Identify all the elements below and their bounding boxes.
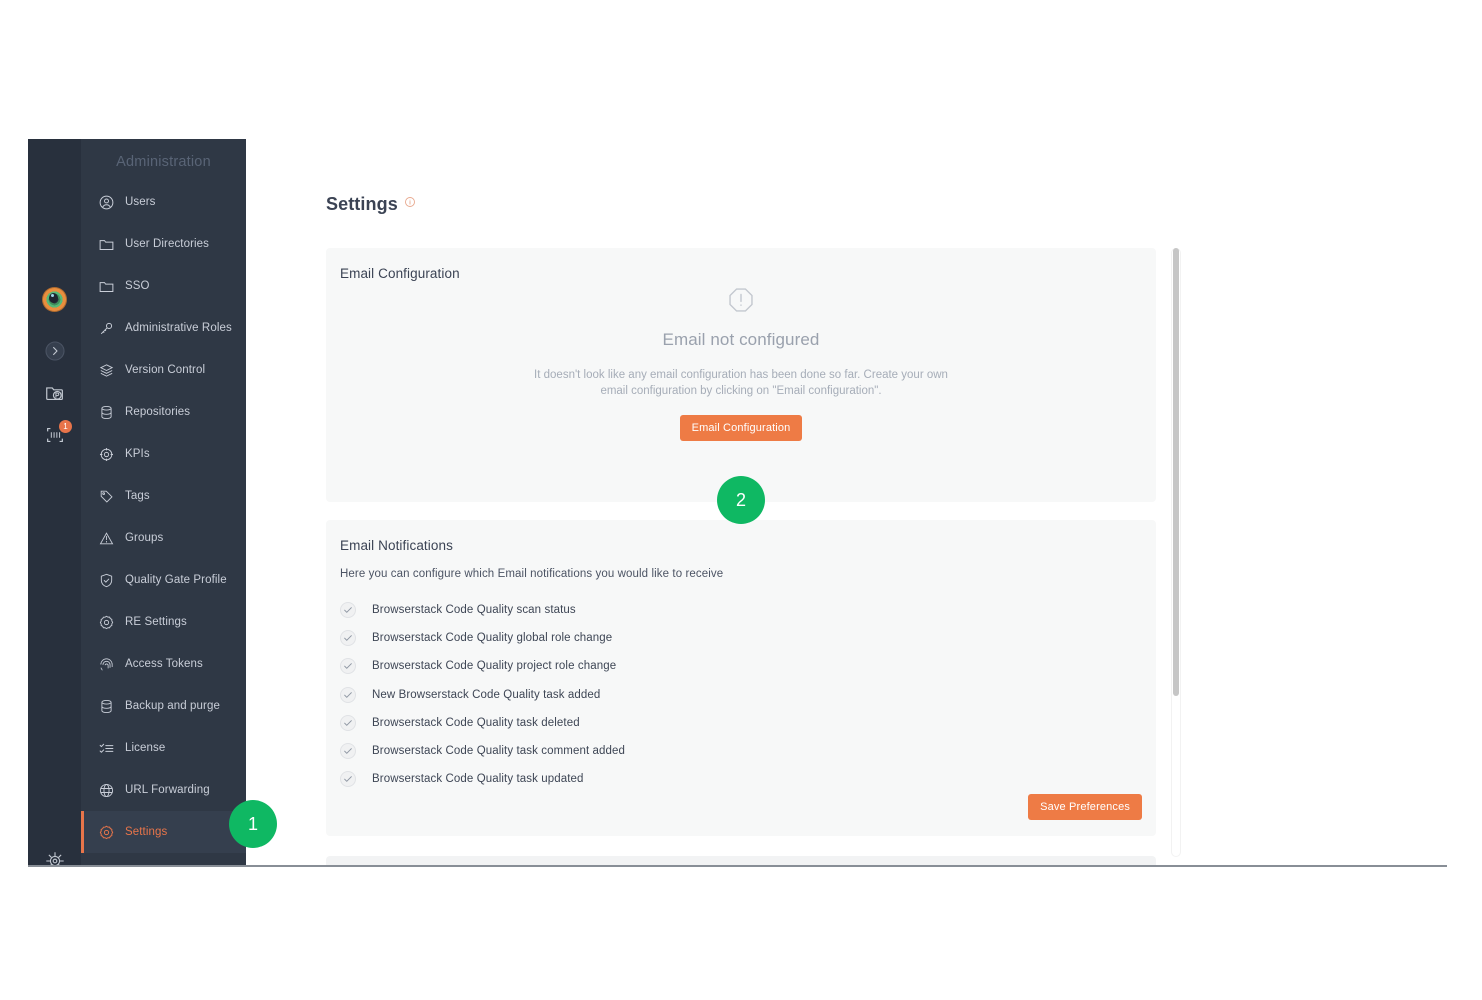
- email-configuration-card: Email Configuration Email not configured…: [326, 248, 1156, 502]
- sidebar-item-label: URL Forwarding: [125, 784, 210, 796]
- checkbox-checked-icon[interactable]: [340, 714, 356, 731]
- sidebar-item-label: Repositories: [125, 406, 191, 418]
- save-preferences-button[interactable]: Save Preferences: [1028, 794, 1142, 820]
- scrollbar-thumb[interactable]: [1173, 248, 1179, 696]
- sidebar-item-label: Administrative Roles: [125, 322, 232, 334]
- list-item-label: New Browserstack Code Quality task added: [372, 688, 601, 701]
- checkbox-checked-icon[interactable]: [340, 630, 356, 647]
- sidebar-item-kpis[interactable]: KPIs: [81, 433, 246, 475]
- checkbox-checked-icon[interactable]: [340, 743, 356, 760]
- icon-rail: 1: [28, 139, 81, 865]
- sidebar-item-backup-and-purge[interactable]: Backup and purge: [81, 685, 246, 727]
- sidebar-item-url-forwarding[interactable]: URL Forwarding: [81, 769, 246, 811]
- list-item[interactable]: New Browserstack Code Quality task added: [340, 681, 1142, 709]
- list-item[interactable]: Browserstack Code Quality global role ch…: [340, 624, 1142, 652]
- sidebar-item-groups[interactable]: Groups: [81, 517, 246, 559]
- groups-icon: [96, 528, 116, 548]
- globe-icon[interactable]: [28, 839, 81, 865]
- sidebar-item-quality-gate-profile[interactable]: Quality Gate Profile: [81, 559, 246, 601]
- sidebar-item-user-directories[interactable]: User Directories: [81, 223, 246, 265]
- scan-code-icon[interactable]: 1: [28, 413, 81, 457]
- sidebar-item-label: SSO: [125, 280, 150, 292]
- sidebar-item-label: KPIs: [125, 448, 150, 460]
- page-title: Settings: [326, 194, 398, 214]
- gear-icon: [96, 822, 116, 842]
- list-item-label: Browserstack Code Quality task updated: [372, 773, 584, 786]
- list-item[interactable]: Browserstack Code Quality task deleted: [340, 709, 1142, 737]
- database-icon: [96, 696, 116, 716]
- callout-badge-1: 1: [229, 800, 277, 848]
- nav-sidebar: Administration Users User Directories SS…: [81, 139, 246, 865]
- sidebar-item-label: Access Tokens: [125, 658, 203, 670]
- checkbox-checked-icon[interactable]: [340, 602, 356, 619]
- shield-check-icon: [96, 570, 116, 590]
- checkbox-checked-icon[interactable]: [340, 686, 356, 703]
- folder-icon: [96, 276, 116, 296]
- app-logo[interactable]: [42, 287, 67, 312]
- main-content: Settings Email Configuration Email not c…: [246, 139, 1447, 865]
- card-title: Email Configuration: [340, 266, 460, 281]
- sidebar-item-label: Users: [125, 196, 156, 208]
- warning-octagon-icon: [727, 286, 755, 314]
- list-item[interactable]: Browserstack Code Quality task comment a…: [340, 737, 1142, 765]
- sidebar-item-license[interactable]: License: [81, 727, 246, 769]
- user-circle-icon: [96, 192, 116, 212]
- email-empty-state: Email not configured It doesn't look lik…: [326, 286, 1156, 441]
- content-scrollbar[interactable]: [1171, 248, 1181, 857]
- layers-icon: [96, 360, 116, 380]
- sidebar-item-repositories[interactable]: Repositories: [81, 391, 246, 433]
- database-icon: [96, 402, 116, 422]
- checkbox-checked-icon[interactable]: [340, 771, 356, 788]
- key-icon: [96, 318, 116, 338]
- sidebar-item-label: Tags: [125, 490, 150, 502]
- sidebar-item-users[interactable]: Users: [81, 181, 246, 223]
- project-folder-icon[interactable]: [28, 371, 81, 415]
- target-icon: [96, 444, 116, 464]
- sidebar-item-administrative-roles[interactable]: Administrative Roles: [81, 307, 246, 349]
- list-item-label: Browserstack Code Quality task deleted: [372, 716, 580, 729]
- sidebar-item-label: Groups: [125, 532, 164, 544]
- checkbox-checked-icon[interactable]: [340, 658, 356, 675]
- list-item-label: Browserstack Code Quality task comment a…: [372, 745, 626, 758]
- page-header: Settings: [326, 194, 416, 215]
- sidebar-item-label: RE Settings: [125, 616, 187, 628]
- info-icon[interactable]: [404, 197, 416, 208]
- sidebar-item-access-tokens[interactable]: Access Tokens: [81, 643, 246, 685]
- sidebar-item-label: License: [125, 742, 166, 754]
- gear-icon: [96, 612, 116, 632]
- fingerprint-icon: [96, 654, 116, 674]
- empty-state-title: Email not configured: [662, 330, 820, 349]
- list-item-label: Browserstack Code Quality global role ch…: [372, 632, 613, 645]
- folder-icon: [96, 234, 116, 254]
- empty-state-description: It doesn't look like any email configura…: [534, 369, 948, 397]
- notifications-description: Here you can configure which Email notif…: [340, 568, 724, 580]
- sidebar-item-label: Backup and purge: [125, 700, 220, 712]
- list-item-label: Browserstack Code Quality project role c…: [372, 660, 617, 673]
- list-item[interactable]: Browserstack Code Quality scan status: [340, 596, 1142, 624]
- list-item[interactable]: Browserstack Code Quality task updated: [340, 765, 1142, 793]
- sidebar-item-tags[interactable]: Tags: [81, 475, 246, 517]
- sidebar-title: Administration: [116, 154, 211, 170]
- tag-icon: [96, 486, 116, 506]
- expand-panel-icon[interactable]: [28, 329, 81, 373]
- sidebar-item-label: Settings: [125, 826, 168, 838]
- sidebar-item-re-settings[interactable]: RE Settings: [81, 601, 246, 643]
- scan-code-badge: 1: [59, 420, 72, 433]
- checklist-icon: [96, 738, 116, 758]
- email-configuration-button[interactable]: Email Configuration: [679, 415, 803, 441]
- email-notifications-card: Email Notifications Here you can configu…: [326, 520, 1156, 836]
- list-item[interactable]: Browserstack Code Quality project role c…: [340, 652, 1142, 680]
- sidebar-item-label: Version Control: [125, 364, 206, 376]
- notifications-list: Browserstack Code Quality scan status Br…: [340, 596, 1142, 793]
- sidebar-item-version-control[interactable]: Version Control: [81, 349, 246, 391]
- callout-badge-2: 2: [717, 476, 765, 524]
- sidebar-item-label: User Directories: [125, 238, 210, 250]
- next-card-partial: [326, 856, 1156, 865]
- sidebar-item-sso[interactable]: SSO: [81, 265, 246, 307]
- globe-icon: [96, 780, 116, 800]
- sidebar-item-settings[interactable]: Settings: [81, 811, 246, 853]
- card-title: Email Notifications: [340, 538, 453, 553]
- sidebar-item-label: Quality Gate Profile: [125, 574, 227, 586]
- list-item-label: Browserstack Code Quality scan status: [372, 604, 576, 617]
